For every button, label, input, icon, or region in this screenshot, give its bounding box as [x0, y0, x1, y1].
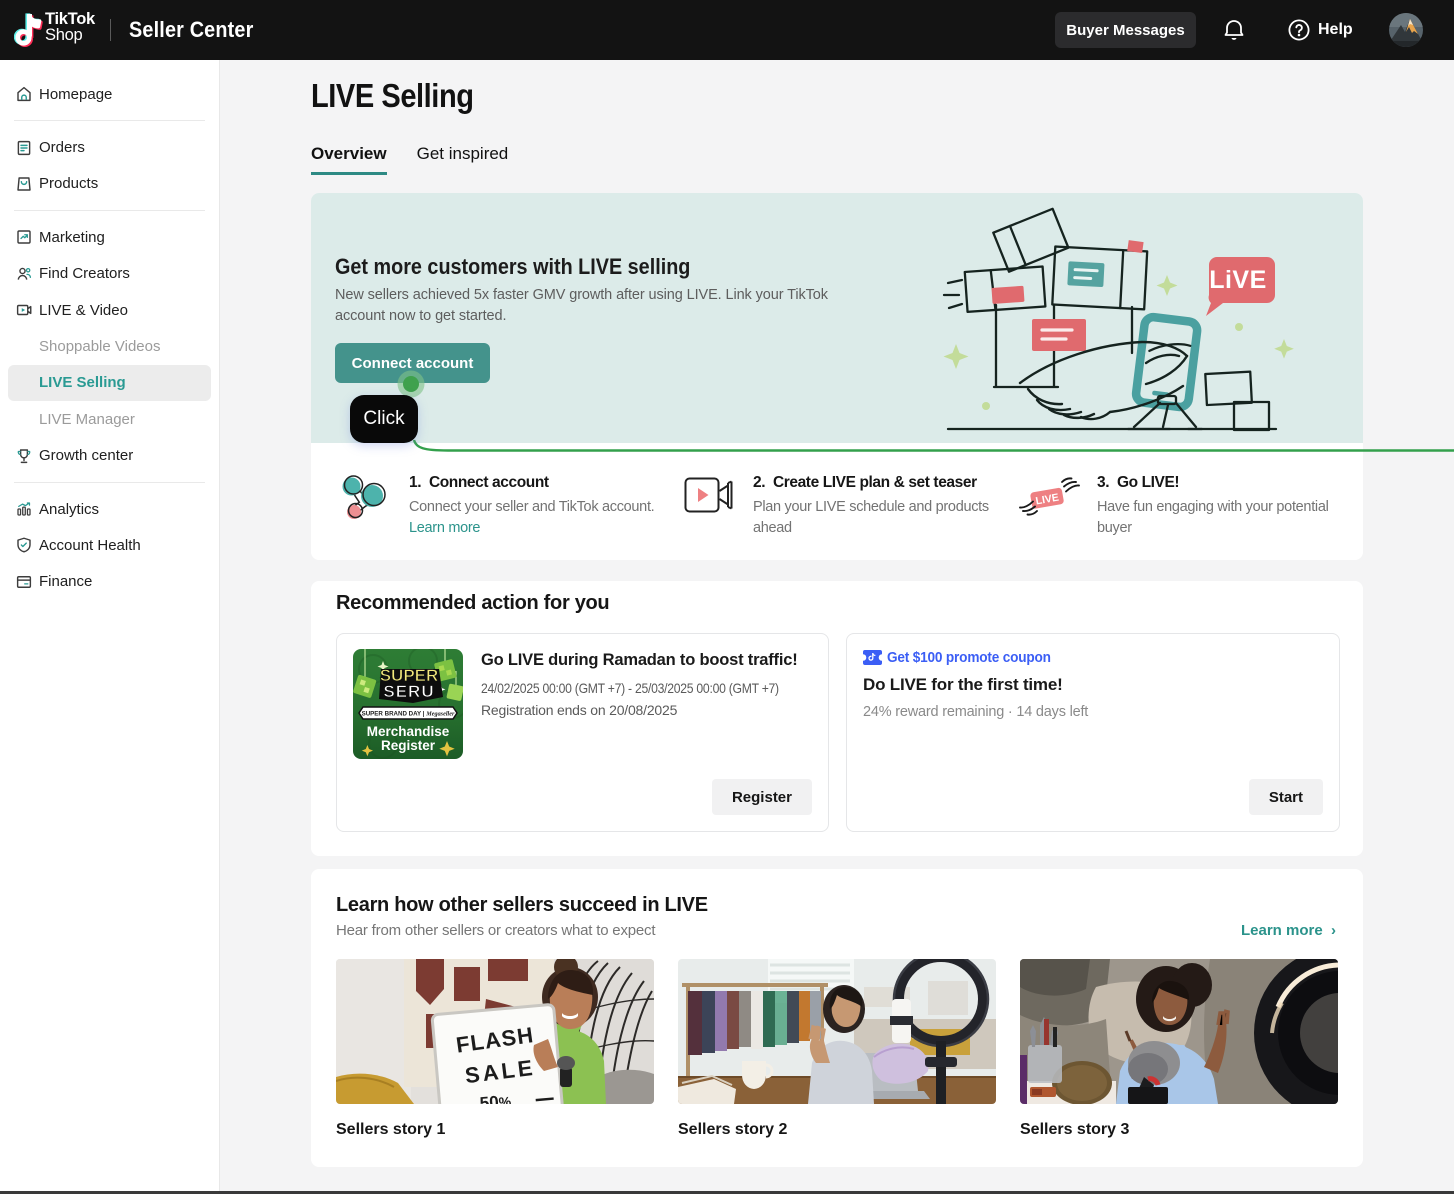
svg-text:50%: 50% — [479, 1091, 512, 1104]
svg-text:Register: Register — [381, 738, 436, 753]
svg-text:SERU: SERU — [383, 682, 434, 701]
svg-text:LiVE: LiVE — [1209, 266, 1267, 294]
svg-text:SUPER BRAND DAY | Megaseller: SUPER BRAND DAY | Megaseller — [362, 711, 455, 718]
svg-text:Merchandise: Merchandise — [367, 724, 450, 739]
